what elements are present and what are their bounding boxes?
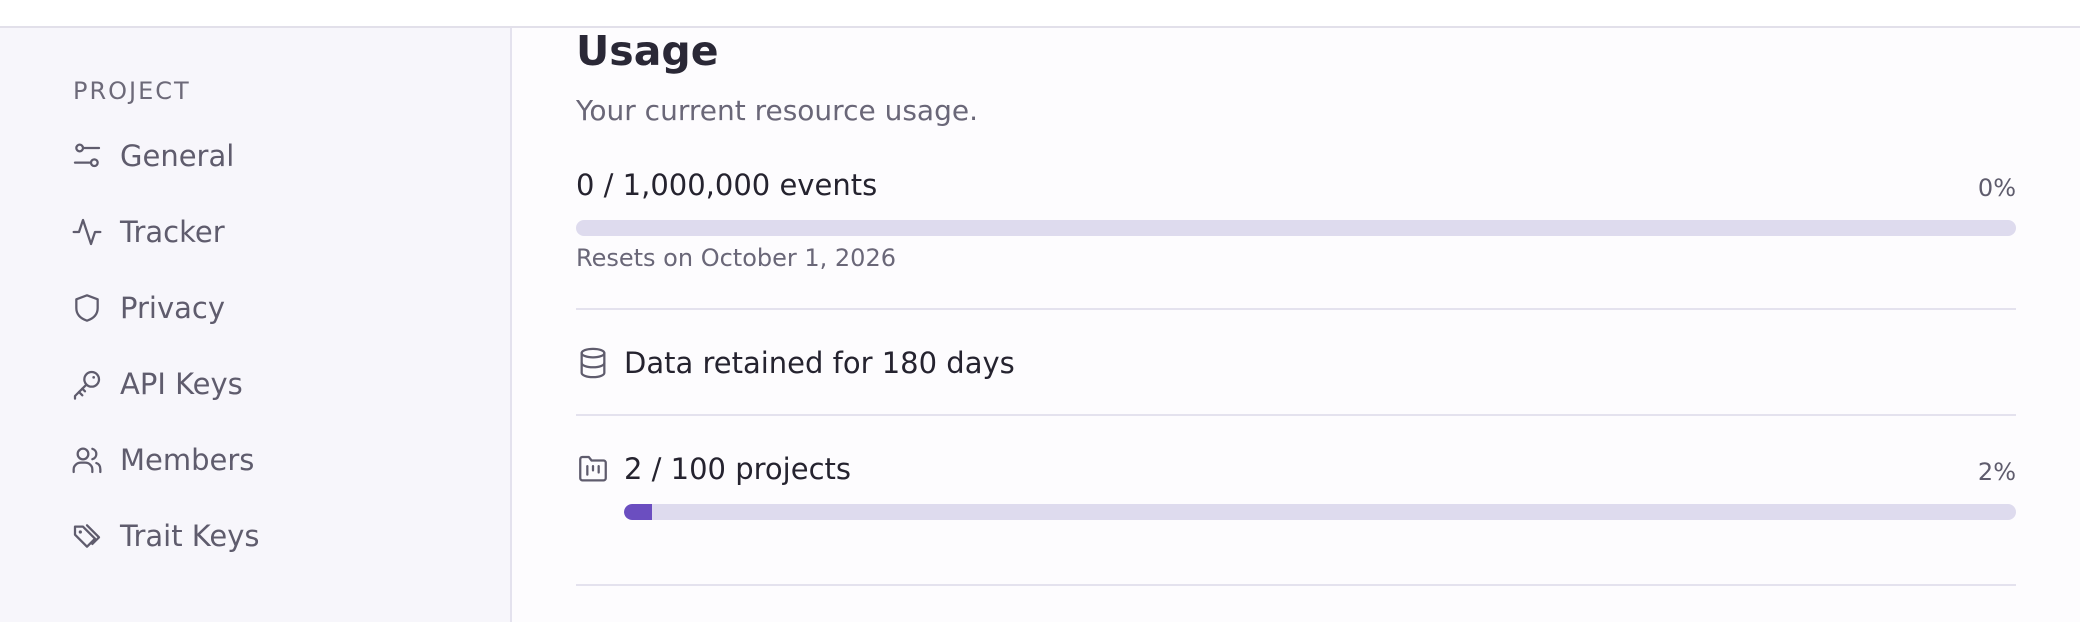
projects-usage-percent: 2% (1977, 458, 2016, 486)
database-icon (576, 346, 610, 380)
sidebar-item-trait-keys[interactable]: Trait Keys (70, 513, 480, 559)
page-title: Usage (576, 27, 719, 75)
activity-icon (70, 215, 104, 249)
users-icon (70, 443, 104, 477)
events-usage-label: 0 / 1,000,000 events (576, 168, 878, 202)
sidebar-item-label: Privacy (120, 290, 225, 325)
sidebar-item-general[interactable]: General (70, 133, 480, 179)
top-bar (0, 0, 2080, 28)
sidebar-item-label: Members (120, 442, 255, 477)
events-usage-percent: 0% (1977, 174, 2016, 202)
sidebar-item-privacy[interactable]: Privacy (70, 285, 480, 331)
projects-usage-bar (624, 504, 2016, 520)
sidebar-item-label: Tracker (120, 214, 225, 249)
sidebar-item-api-keys[interactable]: API Keys (70, 361, 480, 407)
sidebar: PROJECT General Tracker Privacy API Keys… (0, 28, 512, 622)
sliders-icon (70, 139, 104, 173)
sidebar-item-label: Trait Keys (120, 518, 260, 553)
sidebar-item-tracker[interactable]: Tracker (70, 209, 480, 255)
key-icon (70, 367, 104, 401)
shield-icon (70, 291, 104, 325)
events-reset-text: Resets on October 1, 2026 (576, 244, 896, 272)
retention-label: Data retained for 180 days (624, 346, 1015, 380)
events-usage-bar (576, 220, 2016, 236)
sidebar-item-members[interactable]: Members (70, 437, 480, 483)
divider (576, 308, 2016, 310)
sidebar-item-label: API Keys (120, 366, 243, 401)
projects-usage-label: 2 / 100 projects (624, 452, 851, 486)
tags-icon (70, 519, 104, 553)
divider (576, 584, 2016, 586)
page-subtitle: Your current resource usage. (576, 94, 978, 127)
projects-usage-bar-fill (624, 504, 652, 520)
folder-kanban-icon (576, 452, 610, 486)
sidebar-heading: PROJECT (73, 77, 191, 105)
sidebar-item-label: General (120, 138, 235, 173)
divider (576, 414, 2016, 416)
